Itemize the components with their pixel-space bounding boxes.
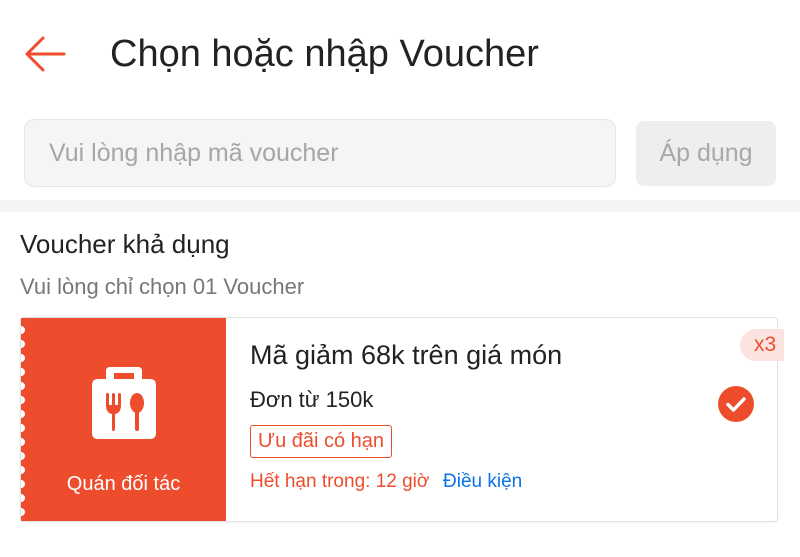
voucher-title: Mã giảm 68k trên giá món	[250, 340, 563, 370]
limited-offer-tag: Ưu đãi có hạn	[250, 425, 393, 458]
quantity-badge: x3	[740, 329, 785, 361]
arrow-left-icon	[25, 36, 66, 72]
voucher-code-input[interactable]	[25, 120, 615, 186]
section-title: Voucher khả dụng	[20, 229, 230, 259]
voucher-card-shop-panel: Quán đối tác	[21, 318, 226, 521]
shop-utensils-icon	[92, 367, 156, 439]
page-title: Chọn hoặc nhập Voucher	[110, 33, 539, 75]
voucher-input-wrapper	[24, 119, 616, 187]
back-button[interactable]	[20, 30, 68, 78]
voucher-min-order: Đơn từ 150k	[250, 387, 374, 412]
expiry-text: Hết hạn trong: 12 giờ	[250, 471, 430, 492]
section-subtitle: Vui lòng chỉ chọn 01 Voucher	[20, 274, 305, 299]
section-divider	[0, 200, 800, 212]
shop-label: Quán đối tác	[66, 473, 181, 495]
conditions-link[interactable]: Điều kiện	[443, 471, 522, 493]
check-circle-icon	[718, 386, 754, 422]
header-bar: Chọn hoặc nhập Voucher	[0, 0, 800, 108]
voucher-card[interactable]: Quán đối tác Mã giảm 68k trên giá món Đơ…	[20, 317, 785, 522]
voucher-select-checkbox[interactable]	[717, 385, 755, 423]
apply-button[interactable]: Áp dụng	[636, 121, 776, 186]
